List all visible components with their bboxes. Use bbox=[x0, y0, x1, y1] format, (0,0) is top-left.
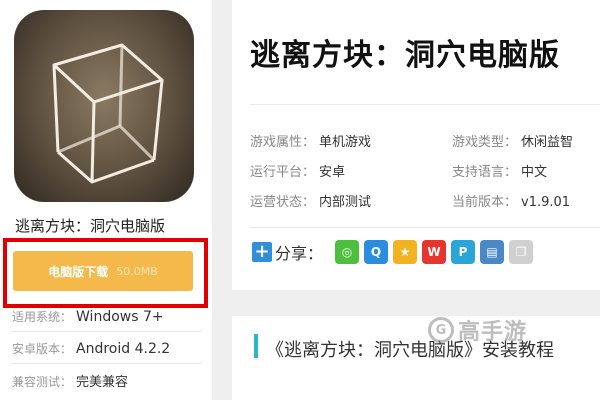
info-row-system: 适用系统： Windows 7+ bbox=[12, 308, 164, 325]
attr-key: 运营状态： bbox=[250, 195, 316, 210]
app-sidebar-card: 逃离方块：洞穴电脑版 电脑版下载 50.0MB 适用系统： Windows 7+ … bbox=[0, 0, 212, 400]
info-key: 适用系统： bbox=[12, 310, 73, 324]
attr-value: 内部测试 bbox=[319, 195, 372, 210]
attr-value: 中文 bbox=[521, 165, 548, 180]
game-detail-card: 逃离方块：洞穴电脑版 游戏属性： 单机游戏 游戏类型： 休闲益智 运行平台： 安卓 支… bbox=[232, 0, 600, 290]
attr-key: 游戏属性： bbox=[250, 135, 316, 150]
watermark-g-icon: G bbox=[428, 317, 454, 343]
attr-value: 休闲益智 bbox=[521, 135, 574, 150]
watermark-text: 高手游 bbox=[458, 320, 528, 345]
divider bbox=[12, 363, 202, 364]
page-title: 逃离方块：洞穴电脑版 bbox=[250, 38, 560, 73]
divider bbox=[250, 104, 600, 105]
attr-status: 运营状态： 内部测试 bbox=[250, 191, 371, 210]
cube-icon bbox=[52, 43, 164, 184]
info-key: 兼容测试： bbox=[12, 375, 73, 389]
download-size: 50.0MB bbox=[116, 264, 158, 278]
attr-property: 游戏属性： 单机游戏 bbox=[250, 131, 371, 150]
share-icons: ◎ Q ★ W P ▤ ❐ bbox=[335, 240, 534, 264]
section-accent-bar bbox=[254, 334, 258, 358]
divider bbox=[12, 331, 202, 332]
attr-key: 当前版本： bbox=[452, 195, 518, 210]
attr-key: 游戏类型： bbox=[452, 135, 518, 150]
attr-value: v1.9.01 bbox=[521, 195, 571, 210]
share-bar: + 分享： ◎ Q ★ W P ▤ ❐ bbox=[252, 238, 534, 266]
attr-version: 当前版本： v1.9.01 bbox=[452, 191, 570, 210]
copy-icon[interactable]: ❐ bbox=[509, 240, 534, 264]
share-label: 分享： bbox=[275, 244, 324, 263]
info-row-compat: 兼容测试： 完美兼容 bbox=[12, 371, 128, 390]
attr-type: 游戏类型： 休闲益智 bbox=[452, 131, 573, 150]
print-icon[interactable]: ▤ bbox=[480, 240, 505, 264]
watermark-logo: G 高手游 bbox=[428, 314, 527, 346]
qq-icon[interactable]: Q bbox=[364, 240, 389, 264]
attr-key: 支持语言： bbox=[452, 165, 518, 180]
info-key: 安卓版本： bbox=[12, 342, 73, 356]
attr-language: 支持语言： 中文 bbox=[452, 161, 547, 180]
info-value: Windows 7+ bbox=[76, 309, 164, 325]
divider bbox=[250, 227, 600, 228]
section-card: 《逃离方块：洞穴电脑版》安装教程 bbox=[232, 316, 600, 400]
download-label: 电脑版下载 bbox=[48, 264, 109, 279]
qzone-icon[interactable]: ★ bbox=[393, 240, 418, 264]
info-value: 完美兼容 bbox=[76, 375, 129, 390]
attr-value: 单机游戏 bbox=[319, 135, 372, 150]
tencent-weibo-icon[interactable]: P bbox=[451, 240, 476, 264]
attr-key: 运行平台： bbox=[250, 165, 316, 180]
attr-value: 安卓 bbox=[319, 165, 346, 180]
pc-download-button[interactable]: 电脑版下载 50.0MB bbox=[13, 251, 193, 291]
weibo-icon[interactable]: W bbox=[422, 240, 447, 264]
attr-platform: 运行平台： 安卓 bbox=[250, 161, 345, 180]
app-icon[interactable] bbox=[14, 10, 194, 202]
app-name: 逃离方块：洞穴电脑版 bbox=[15, 217, 166, 235]
plus-icon[interactable]: + bbox=[252, 242, 272, 262]
wechat-icon[interactable]: ◎ bbox=[335, 240, 360, 264]
download-highlight-frame: 电脑版下载 50.0MB bbox=[3, 238, 208, 308]
info-row-android: 安卓版本： Android 4.2.2 bbox=[12, 340, 170, 357]
info-value: Android 4.2.2 bbox=[76, 341, 171, 357]
